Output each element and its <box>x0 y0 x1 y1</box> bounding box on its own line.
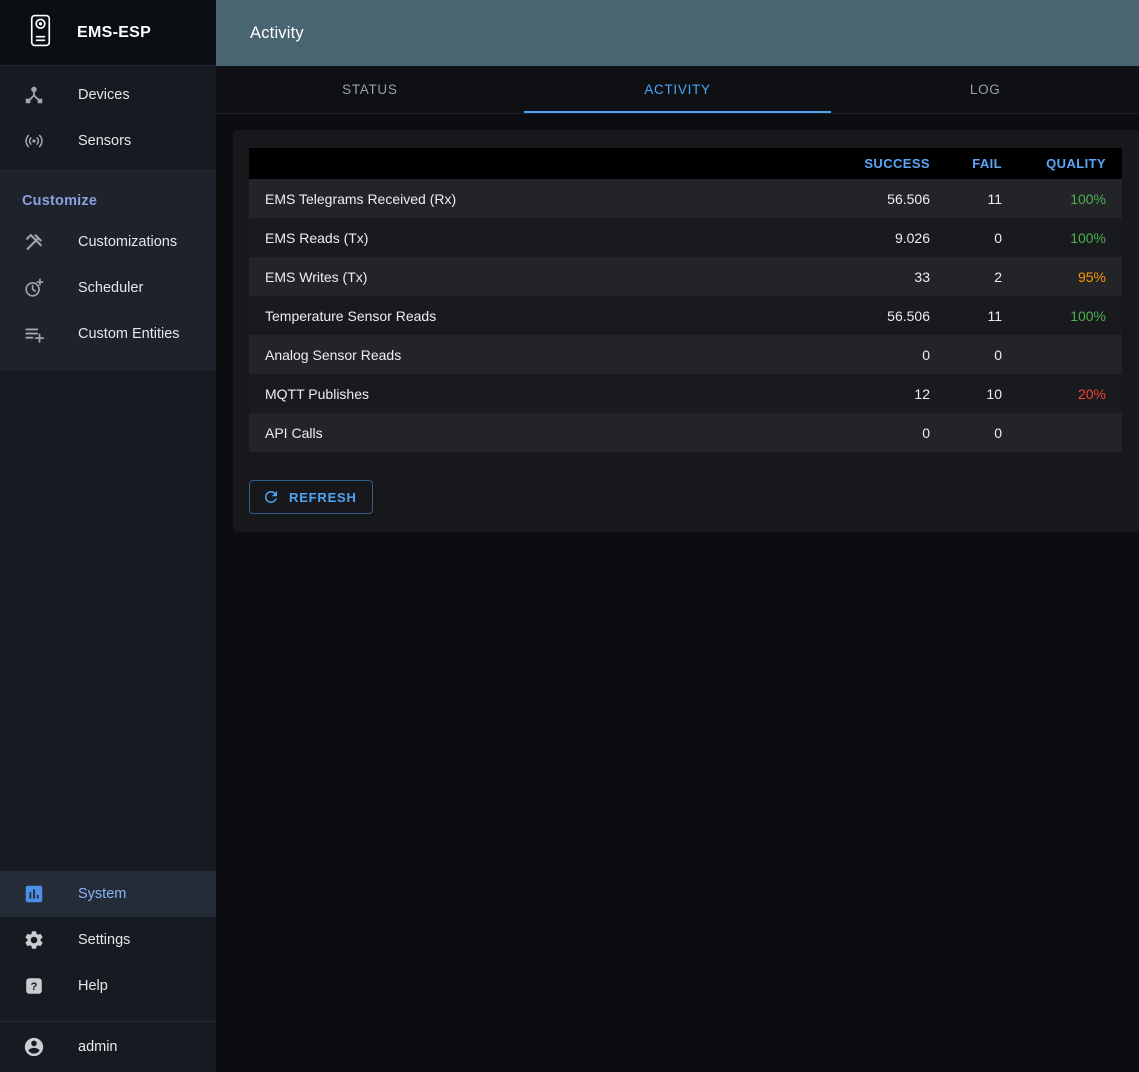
app-bar: Activity <box>216 0 1139 66</box>
page-title: Activity <box>250 24 304 43</box>
row-success: 33 <box>836 257 946 296</box>
table-row: EMS Reads (Tx) 9.026 0 100% <box>249 218 1122 257</box>
activity-panel: SUCCESS FAIL QUALITY EMS Telegrams Recei… <box>233 130 1139 532</box>
row-fail: 0 <box>946 413 1018 452</box>
tab-log[interactable]: LOG <box>831 66 1139 113</box>
refresh-button-label: REFRESH <box>289 490 357 505</box>
gear-icon <box>22 928 46 952</box>
row-fail: 0 <box>946 335 1018 374</box>
brand-title: EMS-ESP <box>77 24 151 42</box>
sidebar-user-label: admin <box>78 1039 118 1055</box>
refresh-button[interactable]: REFRESH <box>249 480 373 514</box>
sidebar-item-custom-entities[interactable]: Custom Entities <box>0 311 216 357</box>
table-row: Temperature Sensor Reads 56.506 11 100% <box>249 296 1122 335</box>
brand-header: EMS-ESP <box>0 0 216 66</box>
row-quality <box>1018 335 1122 374</box>
sidebar-item-label: Custom Entities <box>78 326 180 342</box>
sidebar-item-customizations[interactable]: Customizations <box>0 219 216 265</box>
row-label: EMS Writes (Tx) <box>249 257 836 296</box>
account-circle-icon <box>22 1036 46 1058</box>
sidebar-item-label: Sensors <box>78 133 131 149</box>
sidebar-main-nav: Devices Sensors <box>0 66 216 170</box>
row-label: EMS Reads (Tx) <box>249 218 836 257</box>
refresh-icon <box>262 488 280 506</box>
help-icon: ? <box>22 974 46 998</box>
row-quality: 95% <box>1018 257 1122 296</box>
row-label: Temperature Sensor Reads <box>249 296 836 335</box>
boiler-logo-icon <box>28 14 53 52</box>
row-label: API Calls <box>249 413 836 452</box>
column-header-quality: QUALITY <box>1018 148 1122 179</box>
row-label: EMS Telegrams Received (Rx) <box>249 179 836 218</box>
sidebar-item-scheduler[interactable]: Scheduler <box>0 265 216 311</box>
sidebar-item-label: Help <box>78 978 108 994</box>
row-success: 0 <box>836 335 946 374</box>
table-row: EMS Telegrams Received (Rx) 56.506 11 10… <box>249 179 1122 218</box>
row-success: 56.506 <box>836 179 946 218</box>
sidebar-item-label: Settings <box>78 932 130 948</box>
row-success: 12 <box>836 374 946 413</box>
row-quality: 100% <box>1018 296 1122 335</box>
sidebar-item-settings[interactable]: Settings <box>0 917 216 963</box>
tab-activity[interactable]: ACTIVITY <box>524 66 832 113</box>
row-label: MQTT Publishes <box>249 374 836 413</box>
playlist-add-icon <box>22 322 46 346</box>
sidebar-item-label: System <box>78 886 126 902</box>
table-row: Analog Sensor Reads 0 0 <box>249 335 1122 374</box>
row-fail: 10 <box>946 374 1018 413</box>
column-header-blank <box>249 148 836 179</box>
activity-table: SUCCESS FAIL QUALITY EMS Telegrams Recei… <box>249 148 1122 452</box>
sidebar-item-help[interactable]: ? Help <box>0 963 216 1009</box>
row-label: Analog Sensor Reads <box>249 335 836 374</box>
sidebar-item-sensors[interactable]: Sensors <box>0 118 216 164</box>
sidebar-item-label: Devices <box>78 87 130 103</box>
row-fail: 0 <box>946 218 1018 257</box>
svg-text:?: ? <box>31 981 38 993</box>
customize-section-header: Customize <box>0 181 216 219</box>
sidebar-item-label: Scheduler <box>78 280 143 296</box>
tab-status[interactable]: STATUS <box>216 66 524 113</box>
table-row: API Calls 0 0 <box>249 413 1122 452</box>
row-fail: 11 <box>946 296 1018 335</box>
row-success: 56.506 <box>836 296 946 335</box>
sidebar-item-devices[interactable]: Devices <box>0 72 216 118</box>
column-header-success: SUCCESS <box>836 148 946 179</box>
sidebar-item-label: Customizations <box>78 234 177 250</box>
clock-plus-icon <box>22 276 46 300</box>
table-row: EMS Writes (Tx) 33 2 95% <box>249 257 1122 296</box>
sidebar: EMS-ESP Devices Sensors <box>0 0 216 1072</box>
sidebar-item-system[interactable]: System <box>0 871 216 917</box>
sensors-icon <box>22 129 46 153</box>
row-success: 0 <box>836 413 946 452</box>
row-quality: 20% <box>1018 374 1122 413</box>
column-header-fail: FAIL <box>946 148 1018 179</box>
row-fail: 2 <box>946 257 1018 296</box>
bar-chart-icon <box>22 882 46 906</box>
sidebar-spacer <box>0 371 216 865</box>
sidebar-user-admin[interactable]: admin <box>0 1022 216 1072</box>
table-header-row: SUCCESS FAIL QUALITY <box>249 148 1122 179</box>
activity-table-body: EMS Telegrams Received (Rx) 56.506 11 10… <box>249 179 1122 452</box>
row-success: 9.026 <box>836 218 946 257</box>
customize-section: Customize Customizations Sched <box>0 171 216 371</box>
row-quality: 100% <box>1018 218 1122 257</box>
sidebar-bottom-nav: System Settings ? Help <box>0 865 216 1021</box>
table-row: MQTT Publishes 12 10 20% <box>249 374 1122 413</box>
row-fail: 11 <box>946 179 1018 218</box>
row-quality: 100% <box>1018 179 1122 218</box>
row-quality <box>1018 413 1122 452</box>
device-hub-icon <box>22 83 46 107</box>
construction-icon <box>22 230 46 254</box>
tab-bar: STATUS ACTIVITY LOG <box>216 66 1139 114</box>
